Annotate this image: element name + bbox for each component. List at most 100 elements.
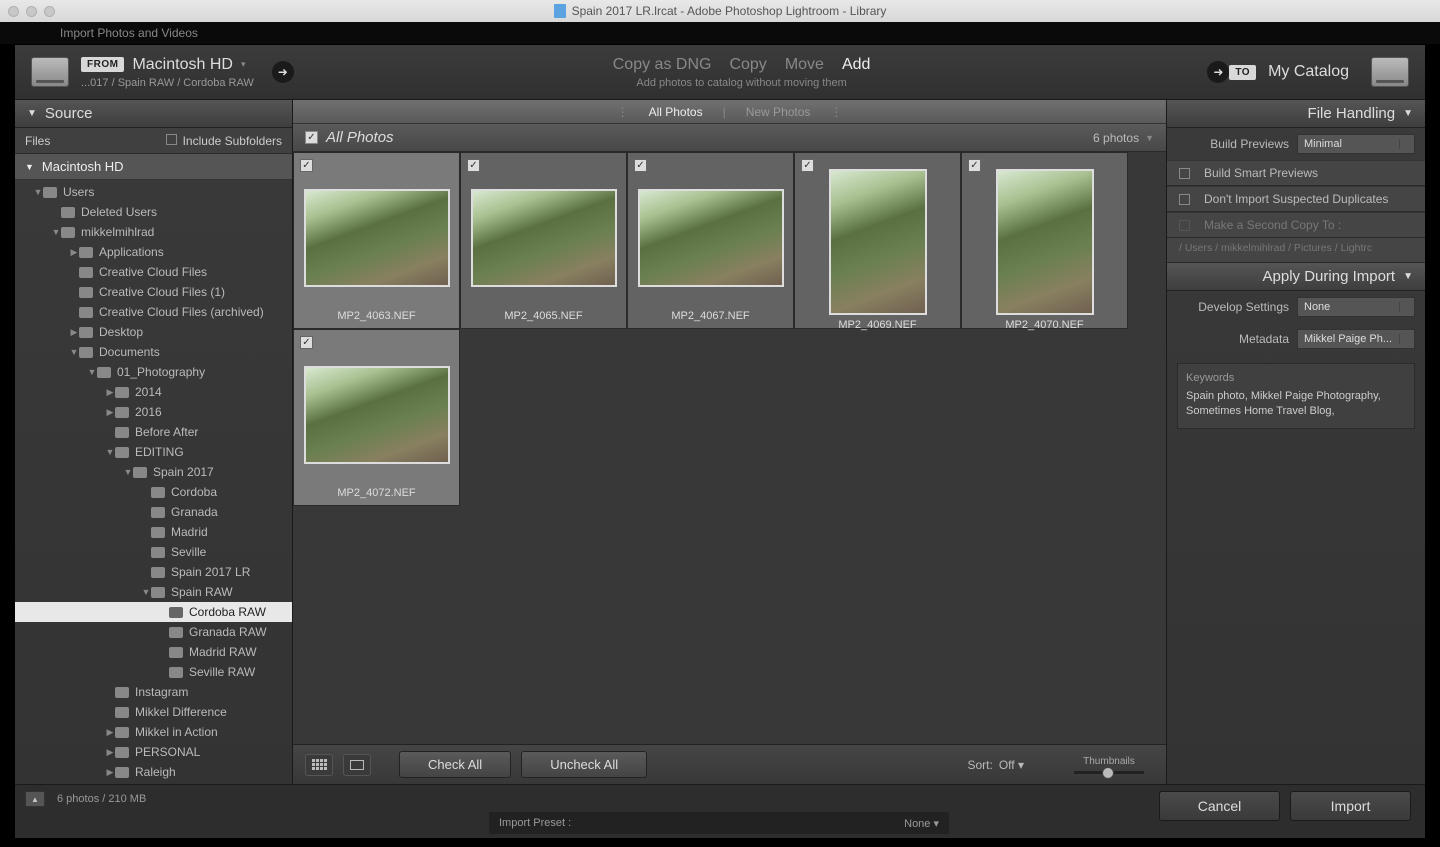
folder-01-photography[interactable]: ▼01_Photography xyxy=(15,362,292,382)
folder-deleted-users[interactable]: Deleted Users xyxy=(15,202,292,222)
thumbnail[interactable]: ✓ MP2_4070.NEF xyxy=(961,152,1128,329)
content-area: ⋮ All Photos | New Photos ⋮ ✓ All Photos… xyxy=(293,100,1167,784)
folder-raleigh[interactable]: ▶Raleigh xyxy=(15,762,292,782)
folder-2014[interactable]: ▶2014 xyxy=(15,382,292,402)
folder-creative-cloud-files-archived-[interactable]: Creative Cloud Files (archived) xyxy=(15,302,292,322)
import-button[interactable]: Import xyxy=(1290,791,1411,821)
thumbnail[interactable]: ✓ MP2_4065.NEF xyxy=(460,152,627,329)
develop-settings-select[interactable]: None xyxy=(1297,297,1415,317)
folder-madrid-raw[interactable]: Madrid RAW xyxy=(15,642,292,662)
drive-icon xyxy=(31,57,69,87)
chevron-down-icon[interactable]: ▼ xyxy=(1145,133,1154,143)
files-label: Files xyxy=(25,134,50,148)
file-handling-header[interactable]: File Handling▼ xyxy=(1167,100,1425,128)
thumbnail-checkbox[interactable]: ✓ xyxy=(634,159,647,172)
thumbnail-filename: MP2_4070.NEF xyxy=(962,319,1127,331)
thumbnail[interactable]: ✓MP2_4069.NEF xyxy=(794,152,961,329)
from-badge: FROM xyxy=(81,57,124,72)
smart-previews-checkbox[interactable]: Build Smart Previews xyxy=(1167,160,1425,186)
folder-spain-2017-lr[interactable]: Spain 2017 LR xyxy=(15,562,292,582)
thumbnail[interactable]: ✓ MP2_4067.NEF xyxy=(627,152,794,329)
keywords-text[interactable]: Spain photo, Mikkel Paige Photography, S… xyxy=(1186,389,1406,420)
uncheck-all-button[interactable]: Uncheck All xyxy=(521,751,647,778)
folder-cordoba[interactable]: Cordoba xyxy=(15,482,292,502)
keywords-field[interactable]: Keywords Spain photo, Mikkel Paige Photo… xyxy=(1177,363,1415,429)
thumbnail-filename: MP2_4065.NEF xyxy=(461,310,626,328)
folder-desktop[interactable]: ▶Desktop xyxy=(15,322,292,342)
tab-all-photos[interactable]: All Photos xyxy=(649,105,703,119)
from-source-button[interactable]: Macintosh HD xyxy=(132,56,232,74)
loupe-view-button[interactable] xyxy=(343,754,371,776)
keywords-label: Keywords xyxy=(1186,372,1406,384)
folder-mikkelmihlrad[interactable]: ▼mikkelmihlrad xyxy=(15,222,292,242)
import-preset-select[interactable]: Import Preset : None ▾ xyxy=(489,812,949,834)
folder-madrid[interactable]: Madrid xyxy=(15,522,292,542)
folder-mikkel-difference[interactable]: Mikkel Difference xyxy=(15,702,292,722)
folder-seville[interactable]: Seville xyxy=(15,542,292,562)
folder-spain-raw[interactable]: ▼Spain RAW xyxy=(15,582,292,602)
folder-creative-cloud-files[interactable]: Creative Cloud Files xyxy=(15,262,292,282)
select-all-checkbox[interactable]: ✓ xyxy=(305,131,318,144)
duplicates-checkbox[interactable]: Don't Import Suspected Duplicates xyxy=(1167,186,1425,212)
thumbnail-checkbox[interactable]: ✓ xyxy=(968,159,981,172)
expand-button[interactable]: ▲ xyxy=(25,791,45,807)
develop-settings-label: Develop Settings xyxy=(1198,300,1289,314)
to-destination: My Catalog xyxy=(1268,63,1349,81)
folder-personal[interactable]: ▶PERSONAL xyxy=(15,742,292,762)
thumbnail[interactable]: ✓MP2_4063.NEF xyxy=(293,152,460,329)
folder-granada[interactable]: Granada xyxy=(15,502,292,522)
thumbnail[interactable]: ✓ MP2_4072.NEF xyxy=(293,329,460,506)
folder-2016[interactable]: ▶2016 xyxy=(15,402,292,422)
thumbnail-checkbox[interactable]: ✓ xyxy=(801,159,814,172)
grid-heading: All Photos xyxy=(326,129,394,146)
thumbnail-filename: MP2_4072.NEF xyxy=(294,487,459,505)
folder-editing[interactable]: ▼EDITING xyxy=(15,442,292,462)
cancel-button[interactable]: Cancel xyxy=(1159,791,1280,821)
folder-before-after[interactable]: Before After xyxy=(15,422,292,442)
build-previews-label: Build Previews xyxy=(1210,137,1289,151)
arrow-right-icon[interactable]: ➜ xyxy=(1207,61,1229,83)
import-mode-move[interactable]: Move xyxy=(785,56,824,74)
thumbnail-image xyxy=(829,169,927,315)
source-panel-header[interactable]: ▼Source xyxy=(15,100,292,128)
document-icon xyxy=(554,4,566,18)
menubar: Import Photos and Videos xyxy=(0,22,1440,44)
tab-new-photos[interactable]: New Photos xyxy=(746,105,811,119)
traffic-lights[interactable] xyxy=(8,6,55,17)
thumbnail-checkbox[interactable]: ✓ xyxy=(300,159,313,172)
folder-users[interactable]: ▼Users xyxy=(15,182,292,202)
include-subfolders-checkbox[interactable]: Include Subfolders xyxy=(166,134,282,148)
folder-mikkel-in-action[interactable]: ▶Mikkel in Action xyxy=(15,722,292,742)
folder-cordoba-raw[interactable]: Cordoba RAW xyxy=(15,602,292,622)
folder-applications[interactable]: ▶Applications xyxy=(15,242,292,262)
folder-instagram[interactable]: Instagram xyxy=(15,682,292,702)
grid-view-button[interactable] xyxy=(305,754,333,776)
sort-dropdown[interactable]: Off ▾ xyxy=(999,758,1024,772)
import-mode-add[interactable]: Add xyxy=(842,56,870,74)
thumbnail-filename: MP2_4067.NEF xyxy=(628,310,793,328)
thumbnail-checkbox[interactable]: ✓ xyxy=(300,336,313,349)
folder-documents[interactable]: ▼Documents xyxy=(15,342,292,362)
second-copy-checkbox[interactable]: Make a Second Copy To : xyxy=(1167,212,1425,238)
drive-row[interactable]: ▼Macintosh HD xyxy=(15,154,292,180)
import-mode-copy-as-dng[interactable]: Copy as DNG xyxy=(613,56,712,74)
folder-spain-2017[interactable]: ▼Spain 2017 xyxy=(15,462,292,482)
window-title: Spain 2017 LR.lrcat - Adobe Photoshop Li… xyxy=(572,4,887,18)
thumbnail-size-slider[interactable] xyxy=(1074,771,1144,774)
folder-granada-raw[interactable]: Granada RAW xyxy=(15,622,292,642)
check-all-button[interactable]: Check All xyxy=(399,751,511,778)
import-mode-copy[interactable]: Copy xyxy=(729,56,766,74)
build-previews-select[interactable]: Minimal xyxy=(1297,134,1415,154)
apply-during-import-header[interactable]: Apply During Import▼ xyxy=(1167,263,1425,291)
thumbnail-image xyxy=(304,366,450,464)
thumbnail-checkbox[interactable]: ✓ xyxy=(467,159,480,172)
metadata-label: Metadata xyxy=(1239,332,1289,346)
arrow-right-icon[interactable]: ➜ xyxy=(272,61,294,83)
thumbnails-label: Thumbnails xyxy=(1083,756,1135,767)
folder-seville-raw[interactable]: Seville RAW xyxy=(15,662,292,682)
drive-icon xyxy=(1371,57,1409,87)
second-copy-path: / Users / mikkelmihlrad / Pictures / Lig… xyxy=(1167,238,1425,263)
folder-creative-cloud-files-1-[interactable]: Creative Cloud Files (1) xyxy=(15,282,292,302)
metadata-select[interactable]: Mikkel Paige Ph... xyxy=(1297,329,1415,349)
thumbnail-image xyxy=(638,189,784,287)
